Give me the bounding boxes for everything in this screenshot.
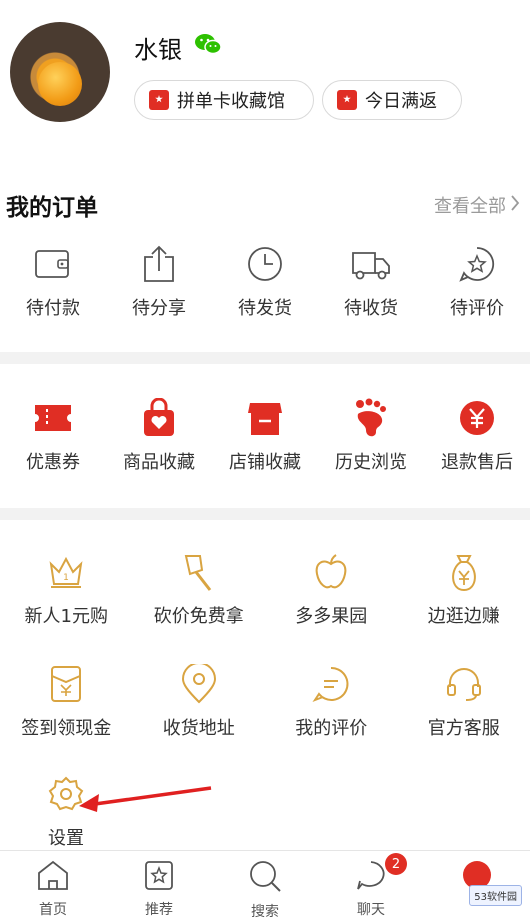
share-icon <box>139 244 179 284</box>
service-label: 官方客服 <box>427 718 500 739</box>
wechat-icon <box>194 32 222 56</box>
service-checkin-cash[interactable]: 签到领现金 <box>0 664 133 740</box>
chat-icon <box>354 859 388 895</box>
wallet-icon <box>33 244 73 284</box>
services-row-1: 1 新人1元购 砍价免费拿 多多果园 边逛边赚 <box>0 552 530 628</box>
annotation-arrow-icon <box>75 784 215 818</box>
avatar[interactable] <box>10 22 110 122</box>
order-pending-share[interactable]: 待分享 <box>106 244 212 320</box>
shop-icon <box>245 398 285 438</box>
chip-daily-rebate[interactable]: 今日满返 <box>322 80 462 120</box>
nav-label: 推荐 <box>145 902 173 918</box>
chip-label: 今日满返 <box>365 91 437 112</box>
coupon-icon <box>33 398 73 438</box>
card-icon <box>149 90 169 110</box>
chip-card-collection[interactable]: 拼单卡收藏馆 <box>134 80 314 120</box>
order-pending-payment[interactable]: 待付款 <box>0 244 106 320</box>
nav-recommend[interactable]: 推荐 <box>106 851 212 918</box>
nav-label: 搜索 <box>251 904 279 918</box>
view-all-label: 查看全部 <box>434 196 506 217</box>
settings-label: 设置 <box>48 828 84 849</box>
axe-icon <box>179 552 219 592</box>
service-label: 收货地址 <box>162 718 235 739</box>
shortcut-label: 店铺收藏 <box>229 452 301 473</box>
order-label: 待发货 <box>238 298 292 319</box>
order-pending-shipment[interactable]: 待发货 <box>212 244 318 320</box>
service-orchard[interactable]: 多多果园 <box>265 552 398 628</box>
gift-icon <box>337 90 357 110</box>
chip-label: 拼单卡收藏馆 <box>177 91 285 112</box>
orders-title: 我的订单 <box>6 195 98 221</box>
view-all-orders-link[interactable]: 查看全部 <box>434 192 520 218</box>
envelope-yen-icon <box>46 664 86 704</box>
shortcut-browsing-history[interactable]: 历史浏览 <box>318 398 424 474</box>
shortcut-label: 退款售后 <box>441 452 513 473</box>
shortcut-coupons[interactable]: 优惠券 <box>0 398 106 474</box>
nav-label: 首页 <box>39 902 67 918</box>
shortcut-label: 商品收藏 <box>123 452 195 473</box>
shortcut-row: 优惠券 商品收藏 店铺收藏 历史浏览 退款售后 <box>0 398 530 474</box>
shortcut-label: 优惠券 <box>26 452 80 473</box>
service-label: 我的评价 <box>295 718 368 739</box>
order-label: 待评价 <box>450 298 504 319</box>
order-pending-review[interactable]: 待评价 <box>424 244 530 320</box>
headset-icon <box>444 664 484 704</box>
section-divider <box>0 352 530 364</box>
order-label: 待付款 <box>26 298 80 319</box>
nav-home[interactable]: 首页 <box>0 851 106 918</box>
order-label: 待收货 <box>344 298 398 319</box>
services-row-2: 签到领现金 收货地址 我的评价 官方客服 <box>0 664 530 740</box>
bag-heart-icon <box>139 398 179 438</box>
shortcut-refunds[interactable]: 退款售后 <box>424 398 530 474</box>
nav-chat[interactable]: 聊天 <box>318 851 424 918</box>
shortcut-favorite-products[interactable]: 商品收藏 <box>106 398 212 474</box>
shortcut-favorite-shops[interactable]: 店铺收藏 <box>212 398 318 474</box>
crown-icon: 1 <box>46 552 86 592</box>
order-status-row: 待付款 待分享 待发货 待收货 待评价 <box>0 244 530 320</box>
home-icon <box>36 859 70 895</box>
chevron-right-icon <box>510 194 520 216</box>
chat-badge: 2 <box>385 853 407 875</box>
service-label: 边逛边赚 <box>427 606 500 627</box>
comment-icon <box>311 664 351 704</box>
footprint-icon <box>351 398 391 438</box>
service-label: 多多果园 <box>295 606 368 627</box>
truck-icon <box>351 244 391 284</box>
bottom-nav: 首页 推荐 搜索 聊天 <box>0 850 530 918</box>
nav-label: 聊天 <box>357 902 385 918</box>
apple-icon <box>311 552 351 592</box>
service-label: 砍价免费拿 <box>153 606 244 627</box>
order-label: 待分享 <box>132 298 186 319</box>
service-customer-support[interactable]: 官方客服 <box>398 664 530 740</box>
service-browse-earn[interactable]: 边逛边赚 <box>398 552 530 628</box>
clock-icon <box>245 244 285 284</box>
shortcut-label: 历史浏览 <box>335 452 407 473</box>
service-bargain-free[interactable]: 砍价免费拿 <box>133 552 266 628</box>
order-pending-receipt[interactable]: 待收货 <box>318 244 424 320</box>
section-divider <box>0 508 530 520</box>
search-icon <box>248 859 282 897</box>
star-bubble-icon <box>457 244 497 284</box>
service-label: 新人1元购 <box>24 606 108 627</box>
star-bag-icon <box>143 859 175 895</box>
watermark-logo: 53软件园 <box>469 885 522 906</box>
location-pin-icon <box>179 664 219 704</box>
nav-search[interactable]: 搜索 <box>212 851 318 918</box>
yen-circle-icon <box>457 398 497 438</box>
service-my-reviews[interactable]: 我的评价 <box>265 664 398 740</box>
service-addresses[interactable]: 收货地址 <box>133 664 266 740</box>
service-newcomer-deal[interactable]: 1 新人1元购 <box>0 552 133 628</box>
svg-text:1: 1 <box>63 573 69 583</box>
money-bag-icon <box>444 552 484 592</box>
service-label: 签到领现金 <box>21 718 112 739</box>
username: 水银 <box>134 36 182 64</box>
